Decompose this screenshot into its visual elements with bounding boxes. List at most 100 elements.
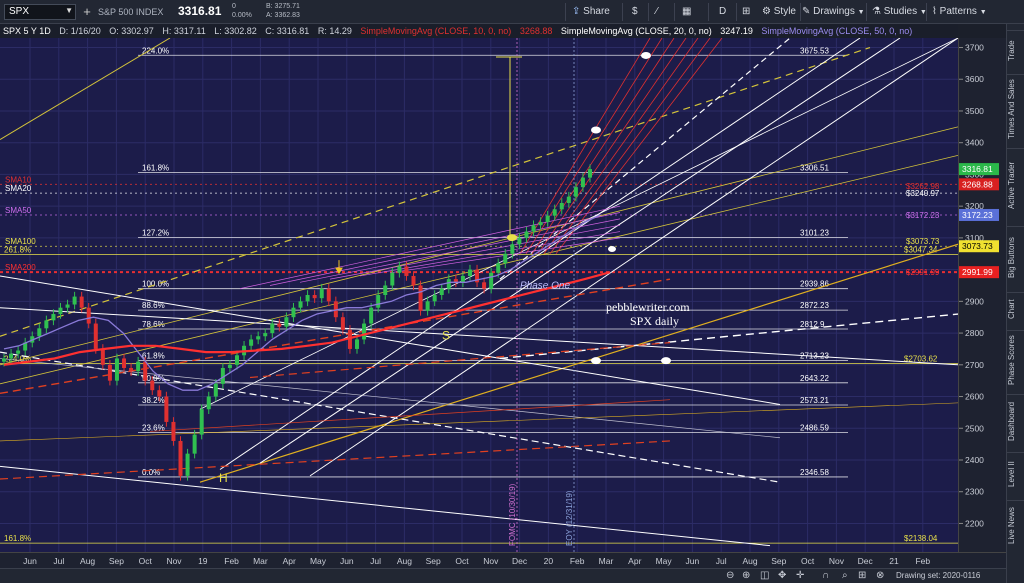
candle-body bbox=[369, 307, 374, 324]
search-icon[interactable]: ⌕ bbox=[842, 570, 848, 581]
price-badge-label: 3316.81 bbox=[962, 164, 993, 174]
candle-body bbox=[86, 307, 91, 324]
brush-icon[interactable]: ⁄ bbox=[656, 4, 658, 20]
drawings-button[interactable]: ✎ Drawings ▼ bbox=[802, 4, 865, 20]
target-marker bbox=[608, 245, 616, 252]
price-tick-label: 3400 bbox=[965, 138, 984, 148]
fan-line-purple bbox=[239, 205, 621, 289]
ruler-icon[interactable]: ⊞ bbox=[858, 570, 866, 581]
symbol-input[interactable]: SPX ▼ bbox=[4, 4, 76, 20]
dollar-icon[interactable]: $ bbox=[632, 4, 638, 20]
candle-body bbox=[588, 169, 592, 178]
price-badge-label: 3172.23 bbox=[962, 210, 993, 220]
price-tick-label: 2900 bbox=[965, 296, 984, 306]
candle-body bbox=[129, 367, 134, 372]
sidebar-tab-big-buttons[interactable]: Big Buttons bbox=[1007, 226, 1024, 288]
target-marker bbox=[507, 234, 517, 242]
time-tick-label: Dec bbox=[512, 556, 528, 566]
trend-line bbox=[0, 278, 671, 395]
time-tick-label: 19 bbox=[198, 556, 208, 566]
style-button[interactable]: ⚙ Style bbox=[762, 4, 796, 20]
flask-icon: ⚗ bbox=[872, 6, 881, 17]
fib-price-label: 2643.22 bbox=[800, 374, 829, 383]
fib-label: 0.0% bbox=[142, 468, 160, 477]
drawing-set-label[interactable]: Drawing set: 2020-0116 bbox=[896, 571, 980, 580]
time-tick-label: Sep bbox=[109, 556, 124, 566]
sidebar-tab-active-trader[interactable]: Active Trader bbox=[1007, 148, 1024, 222]
candle-body bbox=[489, 272, 494, 289]
extra-level-price-label: $2138.04 bbox=[904, 534, 938, 543]
phase-one-label: Phase One bbox=[520, 281, 570, 292]
candle-body bbox=[312, 295, 317, 299]
candle-body bbox=[185, 453, 190, 476]
period-button[interactable]: D bbox=[719, 4, 726, 20]
candle-body bbox=[559, 202, 564, 210]
sidebar-tab-chart[interactable]: Chart bbox=[1007, 292, 1024, 326]
fit-icon[interactable]: ◫ bbox=[760, 570, 769, 581]
candle-body bbox=[411, 275, 416, 286]
time-tick-label: Aug bbox=[742, 556, 757, 566]
zoom-out-icon[interactable]: ⊖ bbox=[726, 570, 734, 581]
add-icon[interactable]: + bbox=[80, 5, 94, 19]
magnet-icon[interactable]: ∩ bbox=[822, 570, 829, 581]
sidebar-tab-level-ii[interactable]: Level II bbox=[1007, 452, 1024, 496]
candle-body bbox=[460, 275, 465, 283]
crosshair-icon[interactable]: ✛ bbox=[796, 570, 804, 581]
candle-body bbox=[44, 320, 49, 329]
candle-body bbox=[150, 380, 155, 391]
candle-body bbox=[100, 348, 105, 365]
patterns-button[interactable]: ⌇ Patterns ▼ bbox=[932, 4, 987, 20]
grid-icon[interactable]: ⊞ bbox=[742, 4, 750, 20]
time-tick-label: Jul bbox=[370, 556, 381, 566]
trend-line bbox=[149, 399, 671, 432]
candle-body bbox=[496, 263, 501, 273]
fan-line-purple bbox=[329, 224, 621, 280]
candle-body bbox=[227, 364, 232, 368]
price-chart[interactable]: 224.0% 3675.53 161.8% 3306.51 127.2% 3101.23 1… bbox=[0, 38, 958, 552]
chart-info-line: SPX 5 Y 1D D: 1/16/20 O: 3302.97 H: 3317… bbox=[0, 24, 958, 38]
sidebar-tab-trade[interactable]: Trade bbox=[1007, 30, 1024, 70]
studies-button[interactable]: ⚗ Studies ▼ bbox=[872, 4, 927, 20]
sidebar-tab-dashboard[interactable]: Dashboard bbox=[1007, 394, 1024, 448]
sma10-right-label: $3262.98 bbox=[906, 182, 940, 191]
pencil-icon: ✎ bbox=[802, 6, 811, 17]
chevron-down-icon[interactable]: ▼ bbox=[65, 6, 73, 15]
sidebar-tab-phase-scores[interactable]: Phase Scores bbox=[1007, 330, 1024, 390]
time-tick-label: Sep bbox=[771, 556, 786, 566]
candle-body bbox=[319, 288, 324, 299]
ma-level-label: SMA200 bbox=[5, 263, 36, 272]
price-tick-label: 3700 bbox=[965, 43, 984, 53]
extra-level-label: 261.8% bbox=[4, 246, 31, 255]
price-axis[interactable]: 2200230024002500260027002800290030003100… bbox=[958, 38, 1006, 552]
info-symbol: SPX 5 Y 1D bbox=[3, 26, 51, 36]
time-tick-label: Feb bbox=[224, 556, 239, 566]
candle-body bbox=[263, 333, 268, 337]
fib-price-label: 2872.23 bbox=[800, 301, 829, 310]
candle-body bbox=[136, 361, 141, 372]
candle-body bbox=[72, 296, 77, 305]
calendar-icon[interactable]: ▦ bbox=[682, 4, 691, 20]
price-tick-label: 2400 bbox=[965, 455, 984, 465]
info-high: H: 3317.11 bbox=[162, 26, 206, 36]
candle-body bbox=[355, 339, 360, 349]
candle-body bbox=[284, 317, 289, 327]
candle-body bbox=[143, 361, 148, 381]
lock-icon[interactable]: ⊗ bbox=[876, 570, 884, 581]
time-tick-label: Apr bbox=[628, 556, 641, 566]
time-tick-label: Jun bbox=[23, 556, 37, 566]
sidebar-tab-live-news[interactable]: Live News bbox=[1007, 500, 1024, 550]
trend-line bbox=[249, 341, 671, 379]
trend-line bbox=[0, 465, 771, 547]
pan-icon[interactable]: ✥ bbox=[778, 570, 786, 581]
share-button[interactable]: ⇪ Share bbox=[572, 4, 610, 20]
price-tick-label: 2700 bbox=[965, 360, 984, 370]
zoom-in-icon[interactable]: ⊕ bbox=[742, 570, 750, 581]
sidebar-tab-times-and-sales[interactable]: Times And Sales bbox=[1007, 74, 1024, 144]
chart-canvas[interactable]: 224.0% 3675.53161.8% 3306.51127.2% 3101.231… bbox=[0, 38, 958, 552]
price-badge-label: 3268.88 bbox=[962, 179, 993, 189]
info-range: R: 14.29 bbox=[317, 26, 352, 36]
candle-body bbox=[545, 215, 550, 223]
price-badge-label: 2991.99 bbox=[962, 267, 993, 277]
trend-line bbox=[499, 38, 791, 280]
time-axis[interactable]: Jun Jul Aug Sep Oct Nov 19 Feb Mar Apr May Jun Jul Au… bbox=[0, 552, 1006, 568]
